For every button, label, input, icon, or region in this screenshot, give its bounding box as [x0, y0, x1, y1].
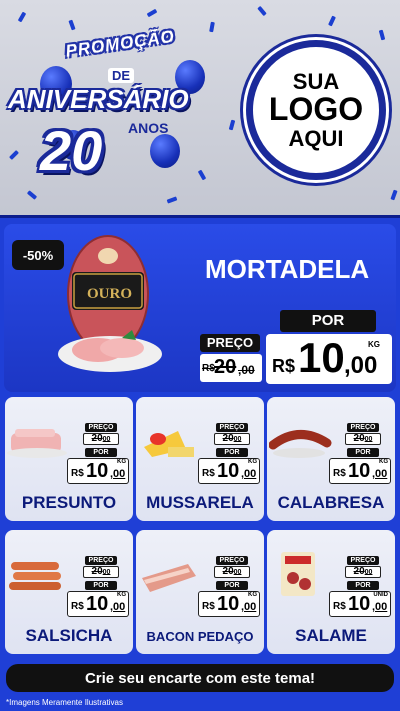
logo-text-line3: AQUI [288, 125, 344, 151]
confetti-decoration [9, 150, 19, 160]
product-preco-label: PREÇO [347, 423, 379, 432]
product-image [144, 431, 194, 457]
confetti-decoration [68, 19, 76, 31]
product-name: SALAME [295, 626, 367, 645]
product-old-price: 2000 [83, 433, 119, 445]
product-name: SALSICHA [25, 626, 113, 645]
product-card[interactable]: PREÇO 2000 POR R$ 10,00 KG MUSSARELA [136, 397, 264, 521]
product-preco-label: PREÇO [85, 556, 117, 565]
balloon-decoration [150, 134, 180, 168]
promo-number: 20 [40, 119, 103, 182]
featured-brand-label: OURO [87, 286, 132, 302]
promo-anos: ANOS [128, 120, 169, 136]
disclaimer-text: *Imagens Meramente Ilustrativas [6, 698, 123, 707]
featured-por-label: POR [280, 310, 376, 332]
product-old-price: 2000 [214, 433, 250, 445]
product-por-label: POR [85, 448, 117, 457]
logo-text-line1: SUA [292, 69, 340, 95]
product-image [7, 429, 67, 458]
confetti-decoration [209, 21, 215, 33]
confetti-decoration [146, 8, 158, 18]
product-new-price: R$ 10,00 KG [198, 591, 260, 617]
confetti-decoration [17, 11, 27, 23]
product-card[interactable]: PREÇO 2000 POR R$ 10,00 UNID SALAME [267, 530, 395, 654]
product-card[interactable]: PREÇO 2000 POR R$ 10,00 KG CALABRESA [267, 397, 395, 521]
mortadela-image [58, 235, 162, 372]
product-preco-label: PREÇO [85, 423, 117, 432]
product-name: PRESUNTO [21, 493, 117, 512]
confetti-decoration [328, 15, 336, 27]
featured-old-price: R$ 20 ,00 [200, 354, 262, 382]
cta-button[interactable]: Crie seu encarte com este tema! [6, 664, 394, 692]
product-por-label: POR [347, 581, 379, 590]
featured-product-name: MORTADELA [205, 254, 370, 284]
product-image [269, 430, 332, 458]
product-name: BACON PEDAÇO [146, 629, 254, 644]
confetti-decoration [257, 5, 267, 17]
header-banner: PROMOÇÃO DE ANIVERSÁRIO 20 ANOS SUA LOGO… [0, 0, 400, 215]
promo-title-de: DE [108, 68, 135, 83]
product-image [142, 564, 196, 592]
product-preco-label: PREÇO [347, 556, 379, 565]
confetti-decoration [26, 190, 38, 200]
product-old-price: 2000 [345, 433, 381, 445]
product-old-price: 2000 [345, 566, 381, 578]
confetti-decoration [228, 119, 236, 131]
logo-text-line2: LOGO [268, 91, 364, 128]
featured-new-price: R$ 10 ,00 KG [266, 334, 392, 384]
product-card[interactable]: PREÇO 2000 POR R$ 10,00 KG BACON PEDAÇO [136, 530, 264, 654]
product-new-price: R$ 10,00 UNID [329, 591, 391, 617]
product-new-price: R$ 10,00 KG [198, 458, 260, 484]
product-image [9, 562, 61, 590]
product-name: MUSSARELA [146, 493, 254, 512]
product-new-price: R$ 10,00 KG [329, 458, 391, 484]
product-card[interactable]: PREÇO 2000 POR R$ 10,00 KG SALSICHA [5, 530, 133, 654]
product-new-price: R$ 10,00 KG [67, 591, 129, 617]
product-preco-label: PREÇO [216, 556, 248, 565]
product-old-price: 2000 [83, 566, 119, 578]
product-por-label: POR [347, 448, 379, 457]
product-por-label: POR [216, 581, 248, 590]
product-old-price: 2000 [214, 566, 250, 578]
confetti-decoration [390, 189, 398, 201]
promo-title-main: ANIVERSÁRIO [8, 84, 189, 114]
confetti-decoration [197, 169, 207, 181]
product-name: CALABRESA [277, 493, 385, 512]
product-image [281, 552, 315, 596]
featured-preco-label: PREÇO [200, 334, 260, 352]
product-card[interactable]: PREÇO 2000 POR R$ 10,00 KG PRESUNTO [5, 397, 133, 521]
product-por-label: POR [216, 448, 248, 457]
logo-placeholder[interactable]: SUA LOGO AQUI [246, 40, 386, 180]
product-por-label: POR [85, 581, 117, 590]
product-preco-label: PREÇO [216, 423, 248, 432]
confetti-decoration [166, 196, 178, 204]
discount-badge: -50% [12, 240, 64, 270]
product-new-price: R$ 10,00 KG [67, 458, 129, 484]
confetti-decoration [378, 29, 386, 41]
